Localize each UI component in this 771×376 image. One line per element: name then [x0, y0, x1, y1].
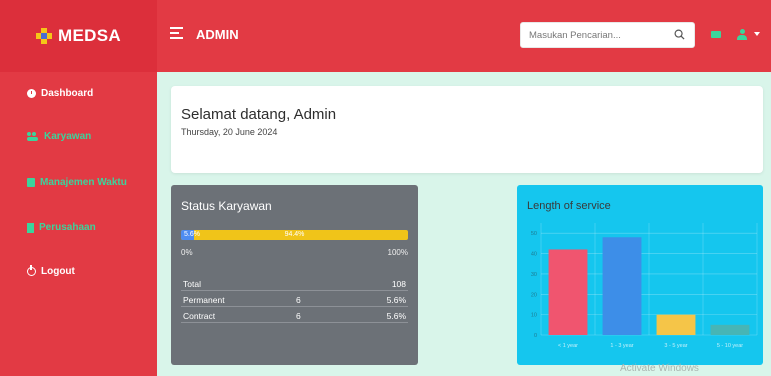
activate-windows-watermark: Activate Windows	[620, 363, 699, 374]
card-title: Status Karyawan	[181, 199, 272, 213]
y-tick-label: 30	[531, 272, 537, 278]
y-tick-label: 50	[531, 231, 537, 237]
dashboard-icon	[27, 89, 36, 98]
row-count: 6	[296, 295, 301, 305]
row-count: 6	[296, 311, 301, 321]
length-of-service-chart: 0 10 20 30 40 50 < 1 year 1 - 3 year 3 - 5 year 5…	[531, 223, 758, 349]
y-tick-label: 40	[531, 252, 537, 258]
users-icon	[27, 132, 39, 141]
welcome-heading: Selamat datang, Admin	[181, 106, 337, 123]
row-label: Total	[183, 279, 201, 289]
length-of-service-card: Length of service 0 10 20 30 40 50 < 1 year 1 -…	[517, 185, 763, 365]
user-icon[interactable]	[737, 29, 747, 40]
sidebar-item-label: Dashboard	[41, 88, 94, 99]
brand[interactable]: MEDSA	[0, 0, 157, 72]
row-label: Contract	[183, 311, 216, 321]
table-row: Total 108	[181, 277, 408, 291]
sidebar-item-karyawan[interactable]: Karyawan	[27, 131, 91, 142]
sidebar-item-label: Logout	[41, 266, 75, 277]
sidebar-item-manajemen-waktu[interactable]: Manajemen Waktu	[27, 177, 127, 188]
row-value: 5.6%	[386, 295, 406, 305]
hamburger-menu-icon[interactable]	[170, 27, 183, 41]
welcome-card: Selamat datang, Admin Thursday, 20 June …	[171, 86, 763, 173]
x-tick-label: 1 - 3 year	[610, 343, 633, 349]
sidebar-item-label: Karyawan	[44, 131, 92, 142]
mail-icon[interactable]	[711, 31, 721, 38]
row-label: Permanent	[183, 295, 225, 305]
current-date: Thursday, 20 June 2024	[181, 127, 278, 137]
sidebar-item-label: Perusahaan	[39, 222, 96, 233]
bar-3-5-year	[656, 314, 696, 335]
chevron-down-icon[interactable]	[754, 32, 760, 36]
x-tick-label: < 1 year	[558, 343, 578, 349]
calendar-icon	[27, 178, 35, 187]
page-title: ADMIN	[196, 27, 239, 42]
table-row: Permanent 6 5.6%	[181, 293, 408, 307]
status-progress-bar: 5.6% 94.4%	[181, 230, 408, 240]
sidebar: Dashboard Karyawan Manajemen Waktu Perus…	[0, 72, 157, 376]
sidebar-item-perusahaan[interactable]: Perusahaan	[27, 222, 96, 233]
search-box	[520, 22, 695, 48]
sidebar-item-label: Manajemen Waktu	[40, 177, 127, 188]
employee-status-card: Status Karyawan 5.6% 94.4% 0% 100% Total…	[171, 185, 418, 365]
progress-min-label: 0%	[181, 248, 193, 257]
y-tick-label: 10	[531, 313, 537, 319]
medical-cross-logo-icon	[36, 28, 53, 44]
search-icon[interactable]	[674, 29, 685, 40]
power-icon	[27, 265, 36, 276]
brand-name: MEDSA	[58, 26, 121, 45]
x-tick-label: 3 - 5 year	[664, 343, 687, 349]
x-tick-label: 5 - 10 year	[717, 343, 743, 349]
row-value: 5.6%	[386, 311, 406, 321]
top-header: MEDSA ADMIN	[0, 0, 771, 72]
table-row: Contract 6 5.6%	[181, 309, 408, 323]
bar-1-3-year	[602, 237, 642, 335]
bar-5-10-year	[710, 324, 750, 335]
sidebar-item-dashboard[interactable]: Dashboard	[27, 88, 93, 99]
y-tick-label: 0	[534, 333, 537, 339]
sidebar-item-logout[interactable]: Logout	[27, 265, 75, 277]
y-tick-label: 20	[531, 292, 537, 298]
progress-max-label: 100%	[387, 248, 408, 257]
search-input[interactable]	[521, 23, 661, 47]
row-value: 108	[391, 279, 406, 289]
progress-mid-label: 94.4%	[284, 231, 305, 238]
bar-1-year	[548, 249, 588, 335]
building-icon	[27, 222, 34, 233]
